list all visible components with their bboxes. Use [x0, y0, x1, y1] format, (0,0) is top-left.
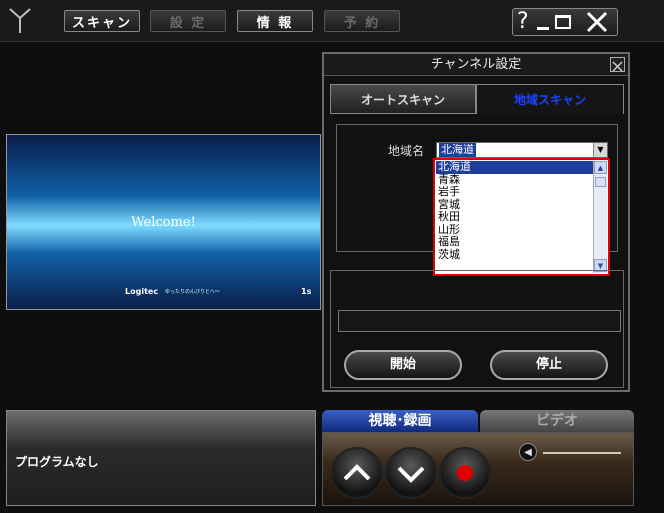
minimize-icon[interactable]: [537, 27, 549, 30]
list-item[interactable]: 福島: [436, 235, 593, 249]
scroll-up-icon[interactable]: ▲: [594, 161, 607, 174]
region-list: 北海道 青森 岩手 宮城 秋田 山形 福島 茨城: [436, 160, 593, 262]
playback-controls: ◀: [322, 432, 634, 506]
chevron-up-icon: [343, 464, 371, 481]
close-icon[interactable]: [585, 10, 609, 34]
brand-logo: Logitec: [125, 287, 159, 296]
channel-up-button[interactable]: [331, 447, 383, 499]
speaker-icon[interactable]: ◀: [519, 443, 537, 461]
channel-down-button[interactable]: [385, 447, 437, 499]
tab-view-record[interactable]: 視聴･録画: [322, 410, 478, 432]
top-toolbar: スキャン 設 定 情 報 予 約 ?: [0, 0, 664, 42]
video-preview: Welcome! Logitec ゆったりのんびりとへ～ 1s: [6, 134, 321, 310]
panel-title: チャンネル設定: [324, 54, 628, 76]
program-text: プログラムなし: [15, 455, 99, 469]
region-select[interactable]: 北海道 ▼: [436, 142, 608, 158]
region-label: 地域名: [388, 144, 425, 158]
scan-progress-bar: [338, 310, 621, 332]
info-button[interactable]: 情 報: [237, 10, 313, 32]
record-icon: [457, 465, 473, 481]
list-item[interactable]: 茨城: [436, 248, 593, 262]
antenna-icon: [8, 6, 32, 34]
chevron-down-icon[interactable]: ▼: [593, 143, 607, 157]
maximize-icon[interactable]: [555, 15, 571, 29]
tab-auto-scan[interactable]: オートスキャン: [330, 84, 476, 114]
brand-tagline: ゆったりのんびりとへ～: [165, 289, 220, 295]
settings-button[interactable]: 設 定: [150, 10, 226, 32]
reserve-button[interactable]: 予 約: [324, 10, 400, 32]
list-item[interactable]: 北海道: [436, 160, 593, 174]
welcome-text: Welcome!: [131, 215, 196, 230]
list-item[interactable]: 岩手: [436, 185, 593, 199]
panel-close-icon[interactable]: [610, 57, 625, 72]
channel-badge: 1s: [301, 287, 312, 296]
dropdown-scrollbar[interactable]: ▲ ▼: [593, 161, 607, 273]
window-controls: ?: [512, 8, 618, 36]
channel-settings-panel: チャンネル設定 オートスキャン 地域スキャン 地域名 北海道 ▼ 北海道 青森 …: [322, 52, 630, 392]
tab-region-scan[interactable]: 地域スキャン: [476, 84, 624, 114]
chevron-down-icon: [397, 466, 425, 483]
region-select-value: 北海道: [439, 143, 476, 157]
region-dropdown-list: 北海道 青森 岩手 宮城 秋田 山形 福島 茨城 ▲ ▼: [433, 158, 610, 276]
list-item[interactable]: 秋田: [436, 210, 593, 224]
help-button[interactable]: ?: [517, 9, 529, 35]
volume-slider[interactable]: [543, 452, 621, 454]
start-button[interactable]: 開始: [344, 350, 462, 380]
program-info: プログラムなし: [6, 410, 316, 506]
stop-button[interactable]: 停止: [490, 350, 608, 380]
scroll-thumb[interactable]: [595, 177, 606, 187]
tab-video[interactable]: ビデオ: [480, 410, 634, 432]
record-button[interactable]: [439, 447, 491, 499]
scan-button[interactable]: スキャン: [64, 10, 140, 32]
